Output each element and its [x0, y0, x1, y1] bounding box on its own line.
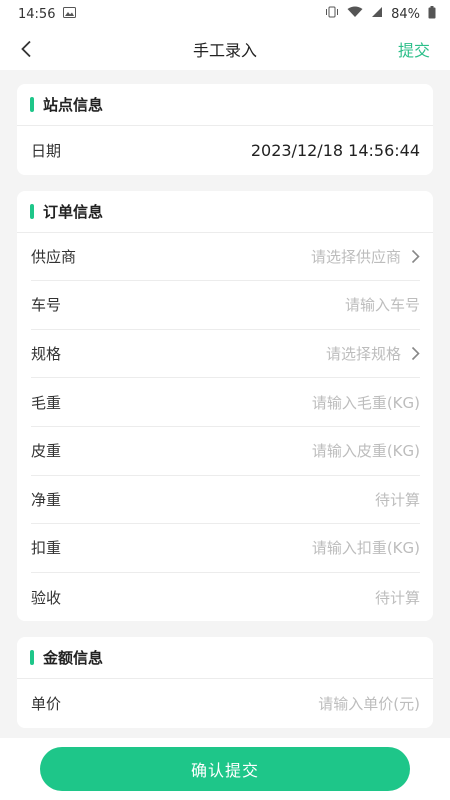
status-right: 84%: [325, 5, 436, 23]
gross-weight-row: 毛重 请输入毛重(KG): [31, 378, 420, 427]
section-title: 金额信息: [43, 649, 104, 668]
unit-price-row: 单价 请输入单价(元): [31, 679, 420, 728]
nav-bar: 手工录入 提交: [0, 28, 450, 70]
status-left: 14:56: [18, 6, 77, 22]
status-bar: 14:56 84%: [0, 0, 450, 28]
back-button[interactable]: [14, 37, 38, 61]
net-weight-value: 待计算: [374, 490, 420, 509]
section-header: 订单信息: [17, 191, 433, 233]
vibrate-icon: [325, 6, 339, 22]
tare-weight-input[interactable]: 请输入皮重(KG): [312, 440, 420, 461]
spec-select[interactable]: 请选择规格: [326, 343, 420, 364]
deduction-input[interactable]: 请输入扣重(KG): [312, 537, 420, 558]
section-header: 站点信息: [17, 84, 433, 126]
vehicle-number-input[interactable]: 请输入车号: [345, 294, 420, 315]
supplier-placeholder: 请选择供应商: [310, 247, 401, 266]
row-label: 验收: [31, 588, 62, 607]
image-icon: [63, 6, 77, 22]
page-title: 手工录入: [192, 41, 257, 60]
section-accent-bar: [30, 97, 34, 112]
spec-placeholder: 请选择规格: [325, 345, 401, 364]
wifi-icon: [347, 6, 363, 22]
bottom-bar: 确认提交: [0, 738, 450, 800]
row-label: 毛重: [31, 393, 62, 412]
row-label: 单价: [31, 695, 62, 714]
acceptance-row: 验收 待计算: [31, 573, 420, 622]
vehicle-number-row: 车号 请输入车号: [31, 281, 420, 330]
unit-price-input[interactable]: 请输入单价(元): [318, 693, 420, 714]
row-label: 皮重: [31, 442, 62, 461]
amount-info-card: 金额信息 单价 请输入单价(元): [17, 637, 433, 728]
date-value: 2023/12/18 14:56:44: [250, 140, 420, 160]
submit-link[interactable]: 提交: [398, 37, 430, 61]
order-info-card: 订单信息 供应商 请选择供应商 车号 请输入车号 规格 请选择规格 毛重 请输入…: [17, 190, 433, 622]
battery-percent: 84%: [391, 6, 420, 22]
chevron-right-icon: [411, 249, 420, 264]
supplier-select[interactable]: 请选择供应商: [311, 246, 420, 267]
date-row: 日期 2023/12/18 14:56:44: [31, 126, 420, 175]
status-time: 14:56: [18, 6, 56, 22]
section-title: 站点信息: [43, 96, 104, 114]
supplier-row[interactable]: 供应商 请选择供应商: [31, 233, 420, 282]
section-accent-bar: [30, 650, 34, 666]
chevron-left-icon: [21, 40, 31, 58]
net-weight-row: 净重 待计算: [31, 476, 420, 525]
spec-row[interactable]: 规格 请选择规格: [31, 330, 420, 379]
battery-icon: [428, 5, 436, 23]
acceptance-value: 待计算: [374, 588, 420, 607]
confirm-submit-button[interactable]: 确认提交: [40, 747, 410, 791]
row-label: 供应商: [31, 247, 77, 266]
tare-weight-row: 皮重 请输入皮重(KG): [31, 427, 420, 476]
row-label: 车号: [31, 296, 62, 315]
section-accent-bar: [30, 203, 34, 219]
row-label: 扣重: [31, 539, 62, 558]
section-title: 订单信息: [43, 202, 104, 221]
section-header: 金额信息: [17, 637, 433, 680]
row-label: 日期: [31, 141, 62, 160]
gross-weight-input[interactable]: 请输入毛重(KG): [312, 392, 420, 413]
row-label: 规格: [31, 345, 62, 364]
chevron-right-icon: [411, 346, 420, 361]
station-info-card: 站点信息 日期 2023/12/18 14:56:44: [17, 84, 433, 175]
deduction-row: 扣重 请输入扣重(KG): [31, 524, 420, 573]
row-label: 净重: [31, 490, 62, 509]
form-content: 站点信息 日期 2023/12/18 14:56:44 订单信息 供应商 请选择…: [0, 70, 450, 728]
signal-icon: [371, 6, 383, 22]
